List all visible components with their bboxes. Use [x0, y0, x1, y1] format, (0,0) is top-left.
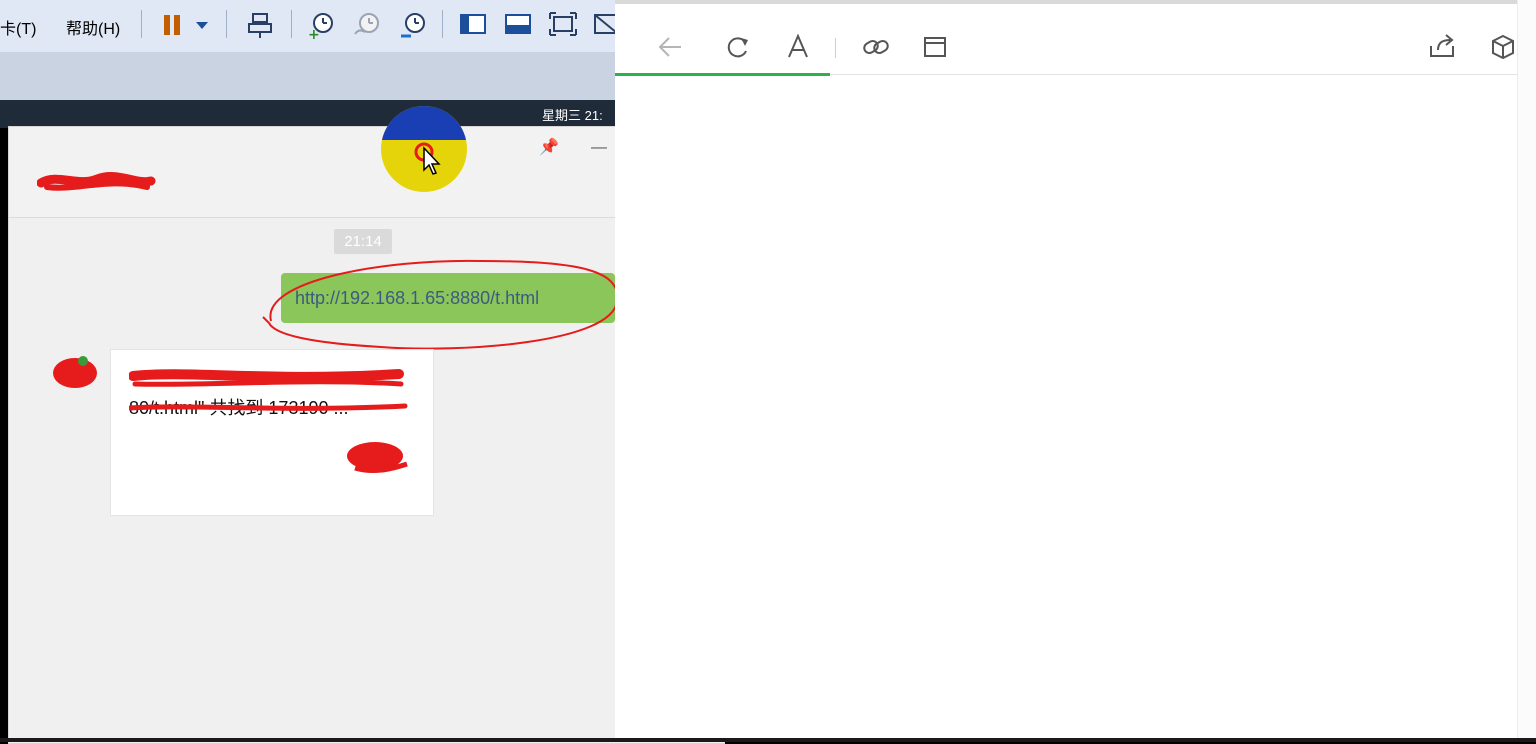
unity-view-icon[interactable]	[458, 10, 488, 40]
redacted-source-logo	[345, 438, 415, 478]
toolbar-separator	[141, 10, 142, 38]
vm-tab-strip	[0, 52, 615, 100]
reader-font-icon[interactable]	[783, 32, 813, 62]
guest-top-panel	[0, 100, 620, 128]
browser-scrollbar[interactable]	[1517, 0, 1536, 742]
console-view-icon[interactable]	[503, 10, 533, 40]
send-ctrl-alt-del-icon[interactable]	[245, 10, 275, 40]
share-icon[interactable]	[1427, 32, 1457, 62]
guest-clock: 星期三 21:	[542, 108, 603, 123]
toolbar-separator	[442, 10, 443, 38]
window-icon[interactable]	[920, 32, 950, 62]
minimize-button[interactable]: —	[584, 137, 614, 159]
browser-toolbar	[615, 4, 1536, 75]
toolbar-divider	[835, 38, 836, 58]
revert-snapshot-icon[interactable]	[352, 10, 382, 40]
received-link-card[interactable]: 80/t.html" 共找到 173190 ...	[110, 349, 434, 516]
dropdown-arrow-icon[interactable]	[190, 10, 220, 40]
refresh-icon[interactable]	[722, 32, 752, 62]
snapshot-icon[interactable]: +	[306, 10, 336, 40]
annotation-circle	[261, 251, 623, 355]
redacted-card-title	[129, 364, 409, 394]
strike-annotation	[129, 398, 409, 418]
pause-icon[interactable]	[158, 10, 188, 40]
redacted-contact-name	[37, 167, 157, 197]
link-icon[interactable]	[861, 32, 891, 62]
toolbar-separator	[226, 10, 227, 38]
fullscreen-icon[interactable]	[548, 10, 578, 40]
menu-help[interactable]: 帮助(H)	[66, 15, 120, 39]
screen-bottom-edge	[0, 738, 1536, 742]
page-load-progress	[615, 73, 830, 76]
back-arrow-icon[interactable]	[655, 32, 685, 62]
cube-icon[interactable]	[1488, 32, 1518, 62]
mouse-cursor-icon	[422, 146, 444, 178]
contact-avatar[interactable]	[49, 355, 101, 391]
svg-text:+: +	[308, 27, 320, 40]
click-highlight-top	[381, 106, 467, 140]
pin-button[interactable]: 📌	[534, 137, 564, 159]
browser-panel	[615, 0, 1536, 742]
vm-toolbar: 卡(T) 帮助(H) +	[0, 0, 618, 53]
toolbar-separator	[291, 10, 292, 38]
snapshot-manager-icon[interactable]	[398, 10, 428, 40]
menu-tab[interactable]: 卡(T)	[0, 15, 36, 39]
